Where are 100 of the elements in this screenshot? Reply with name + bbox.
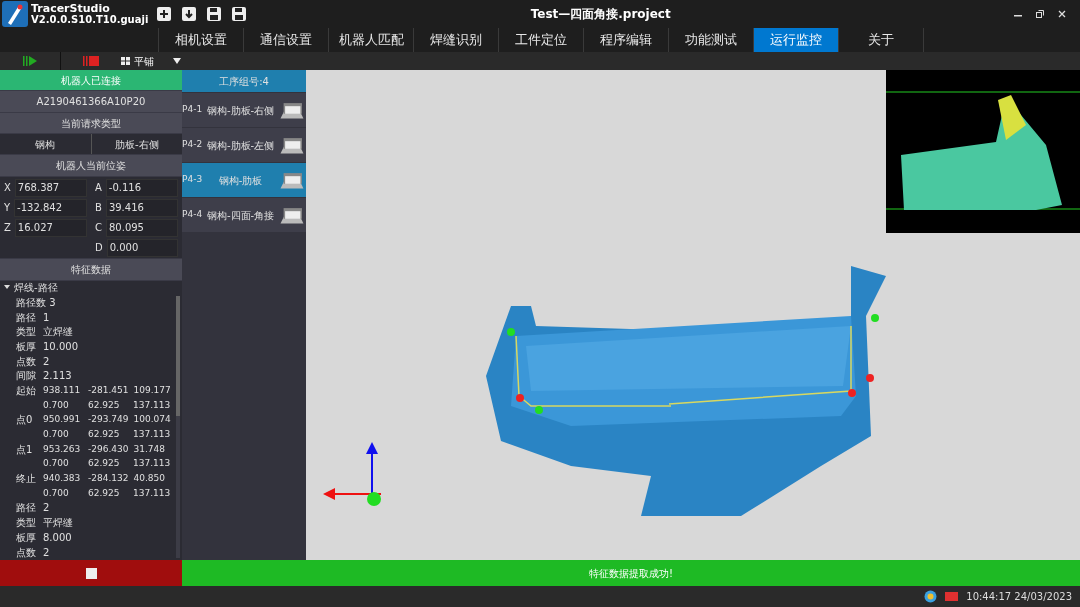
axis-label: B — [95, 201, 102, 215]
feature-value: 137.113 — [133, 486, 172, 500]
feature-value: 0.700 — [43, 428, 70, 442]
feature-value: 137.113 — [133, 457, 172, 471]
feature-label: 路径 — [16, 310, 37, 324]
feature-value: 938.111 — [43, 383, 82, 397]
feature-value: 109.177 — [133, 383, 172, 397]
process-code: P4-2 — [182, 138, 203, 152]
feature-value: 62.925 — [88, 398, 121, 412]
layout-button[interactable]: 平铺 — [120, 52, 155, 70]
pose-value-field: 39.416 — [105, 198, 178, 217]
app-logo-icon — [2, 1, 28, 27]
axis-label: Y — [4, 201, 11, 215]
status-clock: 10:44:17 24/03/2023 — [966, 590, 1072, 604]
nav-tab[interactable]: 运行监控 — [753, 28, 838, 52]
process-item[interactable]: P4-1 钢构-肋板-右侧 — [182, 93, 306, 127]
feature-value: 2 — [43, 354, 51, 368]
feature-value: 100.074 — [133, 413, 172, 427]
feature-value: 62.925 — [88, 457, 121, 471]
dropdown-caret-icon[interactable] — [173, 58, 181, 64]
feature-label: 终止 — [16, 472, 37, 486]
feature-value: 137.113 — [133, 428, 172, 442]
feature-label: 点0 — [16, 413, 34, 427]
app-version: V2.0.0.S10.T10.guaji — [31, 14, 149, 25]
stop-button[interactable] — [0, 560, 182, 586]
expand-caret-icon[interactable] — [4, 285, 10, 290]
process-item[interactable]: P4-2 钢构-肋板-左侧 — [182, 128, 306, 162]
play-icon — [23, 56, 37, 66]
feature-value: 2 — [43, 545, 51, 559]
feature-value: 40.850 — [133, 472, 166, 486]
feature-label: 类型 — [16, 325, 37, 339]
feature-value: 2 — [43, 501, 51, 515]
coordinate-axes-drawing — [321, 442, 381, 506]
axis-label: X — [4, 181, 11, 195]
feature-value: -284.132 — [88, 472, 129, 486]
save-as-icon[interactable] — [231, 6, 248, 22]
pose-value-field: 16.027 — [14, 218, 87, 237]
feature-value: 31.748 — [133, 442, 166, 456]
feature-value: 10.000 — [43, 339, 79, 353]
feature-label: 板厚 — [16, 530, 37, 544]
grid-icon — [121, 57, 130, 65]
new-file-icon[interactable] — [156, 6, 173, 22]
axis-label: D — [95, 241, 103, 255]
feature-value: 0.700 — [43, 457, 70, 471]
robot-serial: A2190461366A10P20 — [0, 91, 182, 112]
feature-value: -281.451 — [88, 383, 129, 397]
process-name: 钢构-肋板-左侧 — [205, 138, 276, 153]
pose-value-field: 0.000 — [106, 238, 178, 257]
axis-label: A — [95, 181, 102, 195]
section-heading: 特征数据 — [0, 259, 182, 280]
pose-value-field: -132.842 — [14, 198, 87, 217]
feature-label: 点数 — [16, 545, 37, 559]
globe-icon[interactable] — [924, 590, 938, 603]
scrollbar-track[interactable] — [176, 296, 180, 558]
process-item[interactable]: P4-4 钢构-四面-角接 — [182, 198, 306, 232]
close-icon[interactable] — [1058, 10, 1066, 18]
feature-value: 62.925 — [88, 428, 121, 442]
connection-status: 机器人已连接 — [0, 70, 182, 90]
axis-label: Z — [4, 221, 11, 235]
section-heading: 机器人当前位姿 — [0, 155, 182, 176]
feature-label: 间隙 — [16, 369, 37, 383]
status-message: 特征数据提取成功! — [182, 560, 1080, 586]
tree-node-label: 焊线-路径 — [14, 281, 58, 295]
process-name: 钢构-四面-角接 — [205, 208, 276, 223]
request-type-cell-text: 钢构 — [34, 137, 57, 152]
section-heading: 当前请求类型 — [0, 113, 182, 133]
process-item[interactable]: P4-3 钢构-肋板 — [182, 163, 306, 197]
feature-value: 950.991 — [43, 413, 82, 427]
feature-label: 路径数 3 — [16, 295, 56, 309]
pose-value-field: 768.387 — [14, 178, 87, 197]
restore-icon[interactable] — [1036, 10, 1044, 18]
3d-viewport[interactable] — [306, 70, 1080, 560]
feature-value: 137.113 — [133, 398, 172, 412]
pose-value-field: 80.095 — [106, 218, 178, 237]
feature-label: 板厚 — [16, 339, 37, 353]
feature-value: 平焊缝 — [43, 516, 74, 530]
pose-value-field: -0.116 — [105, 178, 178, 197]
feature-value: 1 — [43, 310, 51, 324]
app-name: TracerStudio — [31, 3, 111, 14]
axis-label: C — [95, 221, 102, 235]
feature-label: 点1 — [16, 442, 34, 456]
open-folder-icon[interactable] — [181, 6, 198, 22]
feature-value: 940.383 — [43, 472, 82, 486]
stop-icon — [82, 56, 99, 66]
process-name: 钢构-肋板-右侧 — [205, 103, 276, 118]
card-icon[interactable] — [945, 592, 959, 601]
process-code: P4-4 — [182, 208, 203, 222]
window-title: Test—四面角接.project — [529, 6, 672, 23]
feature-value: 立焊缝 — [43, 325, 74, 339]
save-icon[interactable] — [206, 6, 223, 22]
feature-label: 路径 — [16, 501, 37, 515]
feature-label: 点数 — [16, 354, 37, 368]
process-name: 钢构-肋板 — [217, 173, 264, 188]
process-code: P4-3 — [182, 173, 203, 187]
feature-value: 0.700 — [43, 398, 70, 412]
process-group-heading: 工序组号:4 — [182, 70, 306, 92]
feature-value: 953.263 — [43, 442, 82, 456]
feature-value: -296.430 — [88, 442, 129, 456]
feature-value: 62.925 — [88, 486, 121, 500]
feature-label: 类型 — [16, 516, 37, 530]
